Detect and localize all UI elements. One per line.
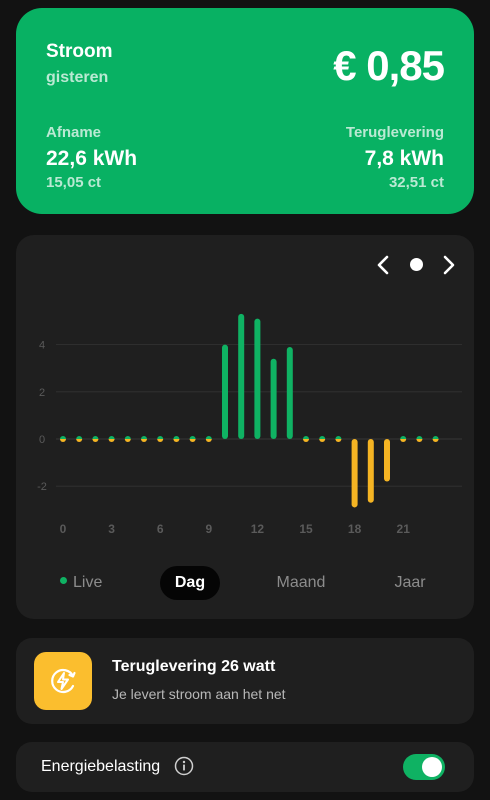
bar-hour-9-neg (205, 439, 212, 442)
summary-amount: € 0,85 (333, 42, 445, 89)
bar-hour-8-neg (189, 439, 196, 442)
x-tick-label: 6 (157, 522, 164, 536)
teruglevering-label: Teruglevering (345, 124, 444, 141)
x-tick-label: 0 (60, 522, 67, 536)
bar-hour-5 (141, 436, 147, 439)
hourly-bar-chart: 4 2 0 -2 0 3 6 9 12 15 18 21 (37, 313, 462, 536)
bar-hour-14 (286, 346, 293, 439)
feed-in-title: Teruglevering 26 watt (112, 658, 276, 675)
teruglevering-price: 32,51 ct (388, 174, 444, 191)
bar-hour-10 (222, 344, 228, 439)
bar-hour-19 (367, 439, 374, 503)
bar-hour-12 (254, 318, 261, 439)
bar-hour-9 (205, 436, 212, 439)
energy-tax-label: Energiebelasting (41, 758, 161, 775)
afname-price: 15,05 ct (46, 174, 102, 191)
bar-hour-5-neg (141, 439, 147, 442)
bar-hour-11 (238, 313, 245, 439)
bar-hour-2-neg (92, 439, 99, 442)
summary-period: gisteren (46, 69, 109, 86)
bar-hour-3-neg (108, 439, 115, 442)
toggle-knob (422, 757, 442, 777)
tab-jaar[interactable]: Jaar (384, 566, 436, 600)
bar-hour-21-neg (400, 439, 407, 442)
feed-in-card[interactable]: Teruglevering 26 watt Je levert stroom a… (16, 638, 474, 724)
afname-label: Afname (46, 124, 102, 141)
feed-in-subtitle: Je levert stroom aan het net (112, 686, 286, 702)
teruglevering-value: 7,8 kWh (364, 147, 444, 170)
bar-hour-17 (335, 436, 342, 439)
bar-hour-4-neg (124, 439, 131, 442)
y-tick-label: 0 (39, 434, 45, 446)
tab-maand[interactable]: Maand (266, 566, 336, 600)
bar-hour-1-neg (76, 439, 83, 442)
bar-hour-6-neg (157, 439, 164, 442)
bar-hour-18 (351, 439, 358, 508)
bar-hour-21 (400, 436, 407, 439)
tab-dag[interactable]: Dag (160, 566, 220, 600)
bar-hour-7 (173, 436, 180, 439)
period-tabs: Live Dag Maand Jaar (16, 566, 474, 600)
bar-hour-15 (303, 436, 309, 439)
bar-hour-20 (384, 439, 390, 482)
bar-hour-0 (60, 436, 66, 439)
bar-hour-8 (189, 436, 196, 439)
x-tick-label: 18 (348, 522, 362, 536)
bar-hour-3 (108, 436, 115, 439)
y-tick-label: 4 (39, 340, 45, 352)
bar-hour-1 (76, 436, 83, 439)
bar-hour-2 (92, 436, 99, 439)
energy-summary-card: Stroom gisteren € 0,85 Afname 22,6 kWh 1… (16, 8, 474, 214)
bar-hour-15-neg (303, 439, 309, 442)
usage-chart-card: 4 2 0 -2 0 3 6 9 12 15 18 21 Live Dag Maand Jaar (16, 235, 474, 619)
bar-hour-16 (319, 436, 326, 439)
summary-title: Stroom (46, 41, 113, 62)
bar-hour-4 (124, 436, 131, 439)
bar-hour-23-neg (432, 439, 439, 442)
x-tick-label: 21 (397, 522, 411, 536)
info-icon[interactable] (174, 756, 194, 776)
y-tick-label: -2 (37, 481, 47, 493)
y-tick-label: 2 (39, 387, 45, 399)
x-tick-label: 12 (251, 522, 265, 536)
afname-value: 22,6 kWh (46, 147, 138, 170)
bar-hour-0-neg (60, 439, 66, 442)
bar-hour-16-neg (319, 439, 326, 442)
live-dot-icon (60, 577, 67, 585)
bar-hour-6 (157, 436, 164, 439)
bar-hour-22 (416, 436, 423, 439)
x-tick-label: 15 (299, 522, 313, 536)
bar-hour-7-neg (173, 439, 180, 442)
bar-hour-22-neg (416, 439, 423, 442)
tab-live[interactable]: Live (60, 566, 120, 600)
x-tick-label: 9 (205, 522, 212, 536)
energy-tax-toggle[interactable] (403, 754, 445, 780)
bar-hour-13 (270, 358, 277, 439)
x-tick-label: 3 (108, 522, 115, 536)
bolt-icon (34, 652, 92, 710)
energy-tax-row: Energiebelasting (16, 742, 474, 792)
bar-hour-23 (432, 436, 439, 439)
tab-live-label: Live (73, 574, 103, 591)
bar-hour-17-neg (335, 439, 342, 442)
